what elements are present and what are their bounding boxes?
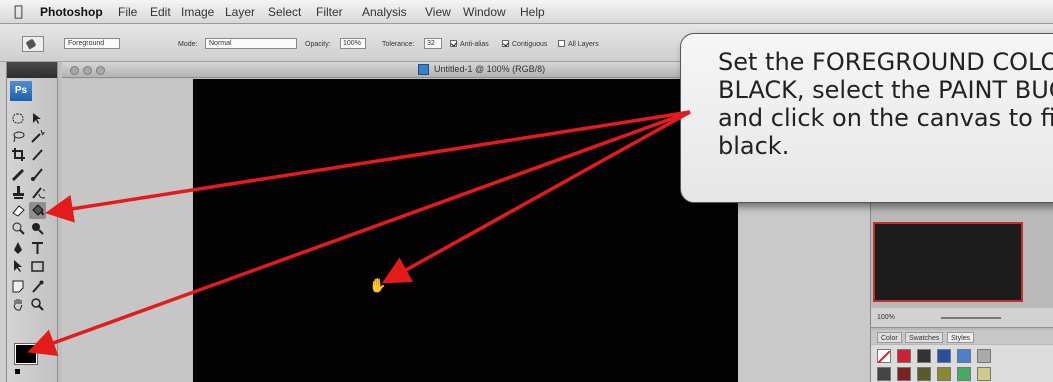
annotation-arrows bbox=[27, 110, 691, 356]
screenshot-frame:  Photoshop File Edit Image Layer Select… bbox=[0, 0, 1053, 382]
arrow-to-paint-bucket bbox=[45, 110, 691, 223]
arrow-to-foreground-swatch bbox=[27, 110, 691, 356]
